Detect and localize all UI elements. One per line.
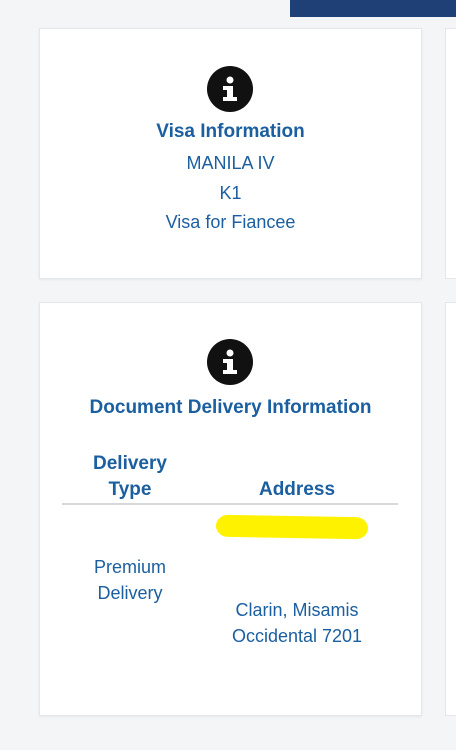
top-header-bar [290, 0, 456, 17]
visa-card-title: Visa Information [156, 121, 305, 142]
visa-class: K1 [219, 183, 242, 203]
column-header-address: Address [258, 479, 336, 500]
info-icon [207, 66, 253, 112]
visa-description: Visa for Fiancee [165, 212, 296, 232]
table-header-divider [62, 503, 398, 505]
cell-address: Clarin, Misamis Occidental 7201 [231, 600, 363, 646]
next-card-edge [445, 28, 456, 279]
cell-delivery-type: Premium Delivery [93, 557, 166, 603]
redaction-mark [215, 514, 369, 540]
delivery-card-title: Document Delivery Information [89, 397, 372, 418]
visa-post: MANILA IV [186, 153, 275, 173]
next-card-edge [445, 302, 456, 716]
info-icon [207, 339, 253, 385]
column-header-delivery-type: Delivery Type [93, 453, 167, 500]
